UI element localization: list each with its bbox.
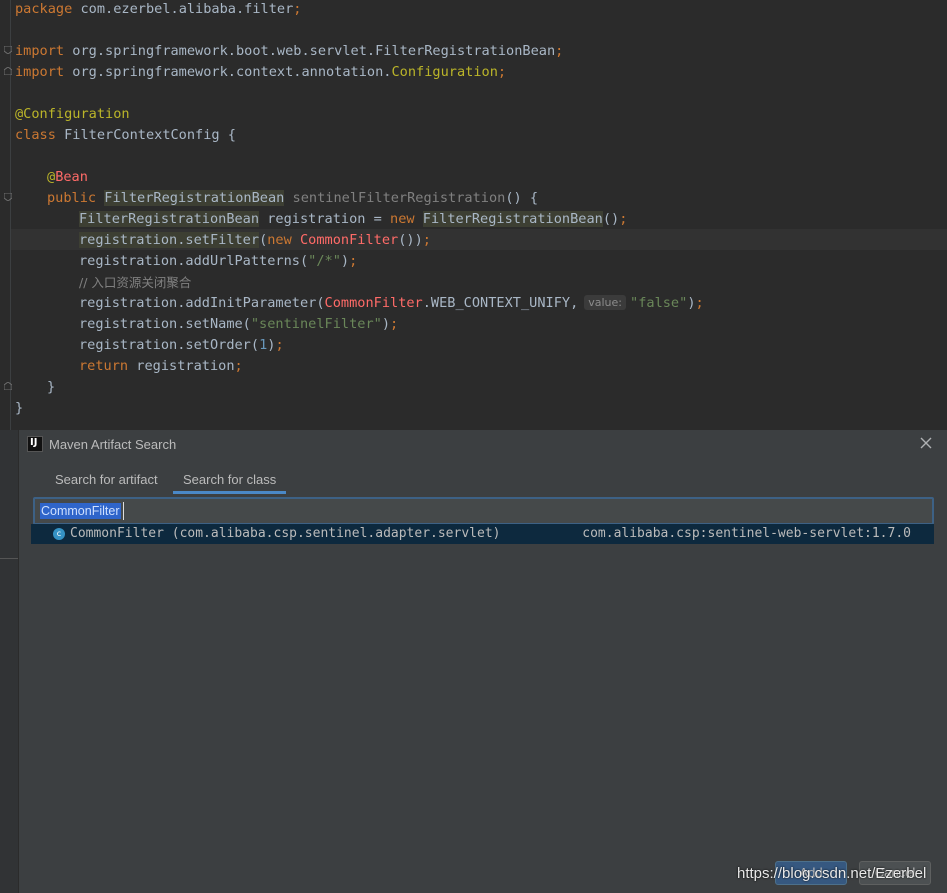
intellij-icon: IJ	[27, 436, 43, 452]
list-item[interactable]: c CommonFilter (com.alibaba.csp.sentinel…	[31, 524, 934, 544]
code-line-set-filter: registration.setFilter(new CommonFilter(…	[79, 232, 431, 248]
fold-marker-icon[interactable]	[4, 46, 12, 54]
code-line-return: return registration;	[79, 358, 243, 374]
watermark-text: https://blog.csdn.net/Ezerbel	[737, 865, 927, 882]
code-line-init-param: registration.addInitParameter(CommonFilt…	[79, 295, 704, 311]
code-line-package: package com.ezerbel.alibaba.filter;	[15, 1, 302, 17]
code-line-close-method: }	[47, 379, 56, 395]
fold-marker-icon[interactable]	[4, 67, 12, 75]
fold-marker-icon[interactable]	[4, 193, 12, 201]
code-line-annotation: @Configuration	[15, 106, 130, 122]
code-line-bean: @Bean	[47, 169, 88, 185]
code-line-url-patterns: registration.addUrlPatterns("/*");	[79, 253, 358, 269]
parameter-hint: value:	[584, 295, 627, 310]
code-editor[interactable]: package com.ezerbel.alibaba.filter; impo…	[0, 0, 947, 430]
class-icon: c	[53, 528, 65, 540]
left-tool-strip	[0, 430, 18, 893]
result-artifact-coordinate: com.alibaba.csp:sentinel-web-servlet:1.7…	[582, 526, 911, 541]
fold-marker-icon[interactable]	[4, 382, 12, 390]
search-field-wrapper: CommonFilter	[33, 497, 934, 525]
code-line-new-registration: FilterRegistrationBean registration = ne…	[79, 211, 628, 227]
code-line-import-1: import org.springframework.boot.web.serv…	[15, 43, 564, 59]
dialog-titlebar[interactable]: IJ Maven Artifact Search	[19, 430, 947, 460]
maven-artifact-search-dialog: IJ Maven Artifact Search Search for arti…	[18, 430, 947, 893]
search-input[interactable]	[35, 499, 932, 523]
dialog-title: Maven Artifact Search	[49, 437, 177, 452]
code-line-import-2: import org.springframework.context.annot…	[15, 64, 507, 80]
results-list: c CommonFilter (com.alibaba.csp.sentinel…	[31, 524, 934, 544]
code-line-set-order: registration.setOrder(1);	[79, 337, 284, 353]
code-line-comment: // 入口资源关闭聚合	[79, 275, 192, 290]
tool-strip-divider	[0, 558, 18, 559]
tab-search-for-class[interactable]: Search for class	[173, 468, 287, 494]
text-caret	[123, 502, 124, 520]
code-line-close-class: }	[15, 400, 24, 416]
tab-search-for-artifact[interactable]: Search for artifact	[45, 468, 168, 494]
code-line-method: public FilterRegistrationBean sentinelFi…	[47, 190, 539, 206]
code-line-set-name: registration.setName("sentinelFilter");	[79, 316, 399, 332]
result-class-name: CommonFilter (com.alibaba.csp.sentinel.a…	[70, 526, 501, 541]
gutter-divider	[10, 0, 11, 430]
code-line-class: class FilterContextConfig {	[15, 127, 236, 143]
close-icon[interactable]	[918, 435, 934, 451]
